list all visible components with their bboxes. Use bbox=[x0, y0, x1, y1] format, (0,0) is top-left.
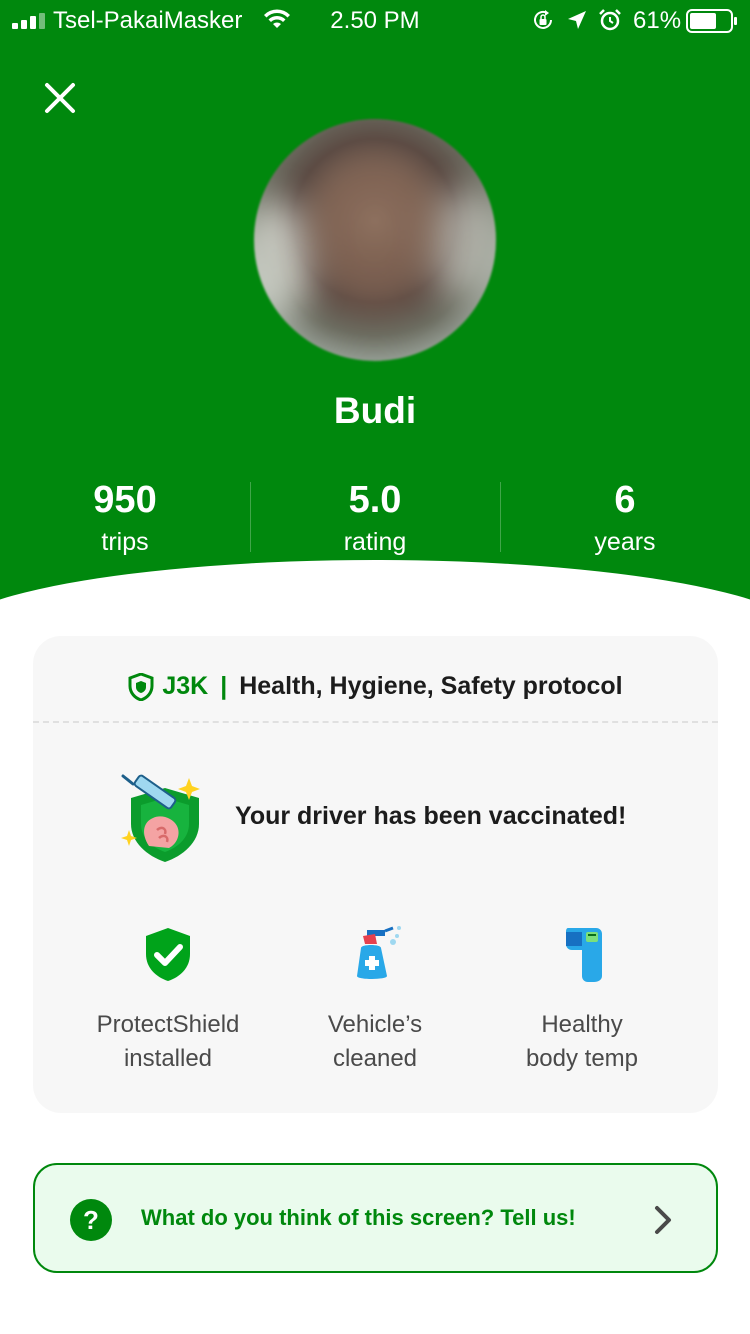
driver-profile-screen: Tsel-PakaiMasker 2.50 PM 61% Budi 950 tr… bbox=[0, 0, 750, 1334]
stat-value: 5.0 bbox=[348, 479, 402, 521]
spray-bottle-icon bbox=[357, 926, 401, 979]
close-icon[interactable] bbox=[38, 76, 82, 120]
feature-label-line2: installed bbox=[123, 1045, 213, 1072]
driver-stats: 950 trips 5.0 rating 6 years bbox=[0, 478, 750, 558]
title-separator: | bbox=[220, 672, 228, 700]
vaccination-text: Your driver has been vaccinated! bbox=[235, 802, 627, 830]
stat-label: rating bbox=[343, 528, 407, 556]
svg-text:?: ? bbox=[83, 1205, 99, 1235]
feature-label: ProtectShield installed bbox=[53, 1008, 283, 1076]
feature-vehicle-cleaned: Vehicle’s cleaned bbox=[260, 924, 490, 1076]
feature-label-line1: ProtectShield bbox=[96, 1011, 240, 1038]
driver-avatar bbox=[254, 119, 496, 361]
driver-name: Budi bbox=[333, 390, 417, 431]
feature-label-line1: Vehicle’s bbox=[327, 1011, 423, 1038]
shield-check-icon bbox=[146, 928, 190, 981]
orientation-lock-icon bbox=[534, 10, 552, 29]
feature-label-line2: cleaned bbox=[332, 1045, 418, 1072]
safety-protocol-card: J3K | Health, Hygiene, Safety protocol Y… bbox=[33, 636, 718, 1113]
feature-protectshield: ProtectShield installed bbox=[53, 924, 283, 1076]
dashed-divider bbox=[33, 721, 718, 723]
card-title: J3K | Health, Hygiene, Safety protocol bbox=[33, 672, 718, 706]
feedback-banner[interactable]: ? What do you think of this screen? Tell… bbox=[33, 1163, 718, 1273]
thermometer-gun-icon bbox=[566, 928, 602, 982]
feature-label: Vehicle’s cleaned bbox=[260, 1008, 490, 1076]
feature-label: Healthy body temp bbox=[467, 1008, 697, 1076]
vaccination-row: Your driver has been vaccinated! bbox=[33, 756, 718, 866]
feedback-text: What do you think of this screen? Tell u… bbox=[141, 1205, 576, 1230]
stat-trips: 950 trips bbox=[0, 478, 250, 560]
stat-value: 6 bbox=[614, 479, 636, 521]
status-bar: Tsel-PakaiMasker 2.50 PM 61% bbox=[0, 0, 750, 40]
location-arrow-icon bbox=[568, 11, 586, 29]
protocol-title: Health, Hygiene, Safety protocol bbox=[239, 672, 623, 700]
feature-label-line1: Healthy bbox=[541, 1011, 623, 1038]
stat-label: years bbox=[594, 528, 656, 556]
shield-icon bbox=[128, 672, 154, 701]
stat-years: 6 years bbox=[500, 478, 750, 560]
j3k-badge: J3K bbox=[162, 672, 209, 700]
question-icon: ? bbox=[70, 1199, 112, 1241]
vaccine-shield-icon bbox=[121, 774, 200, 862]
stat-rating: 5.0 rating bbox=[250, 478, 500, 560]
stat-value: 950 bbox=[93, 479, 157, 521]
feature-body-temp: Healthy body temp bbox=[467, 924, 697, 1076]
alarm-icon bbox=[599, 9, 621, 31]
feature-label-line2: body temp bbox=[525, 1045, 639, 1072]
stat-label: trips bbox=[101, 528, 149, 556]
battery-percent: 61% bbox=[633, 7, 682, 34]
chevron-right-icon bbox=[655, 1206, 671, 1234]
battery-icon bbox=[686, 9, 737, 33]
